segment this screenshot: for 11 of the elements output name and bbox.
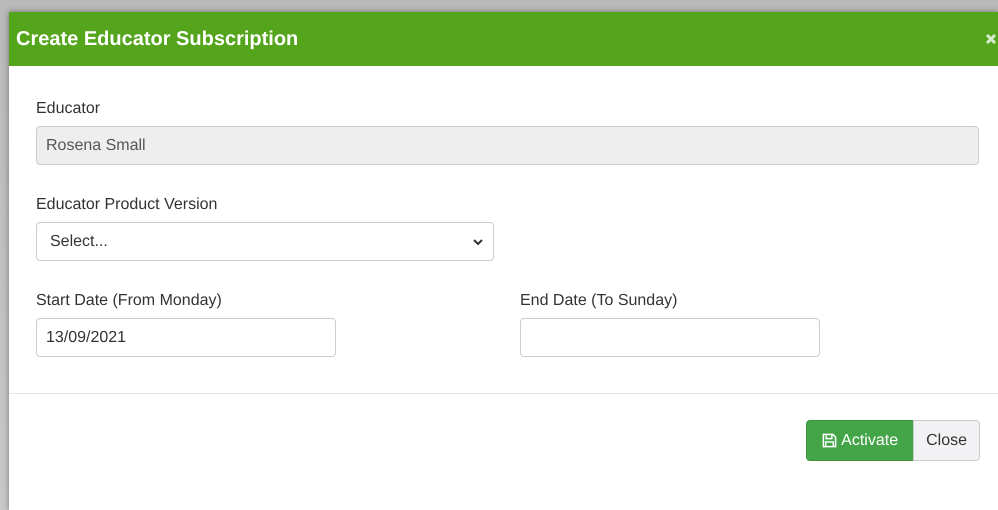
field-label: Start Date (From Monday) [36,292,222,310]
select-dropdown[interactable]: Select... [36,222,494,261]
input-field[interactable]: 13/09/2021 [36,318,336,357]
close-icon[interactable] [985,33,997,45]
field-label: Educator Product Version [36,196,218,214]
floppy-disk-icon [822,433,838,448]
field-label: Educator [36,100,100,118]
field-label: End Date (To Sunday) [520,292,678,310]
close-button[interactable]: Close [913,420,980,461]
dialog-title: Create Educator Subscription [16,28,298,50]
input-field[interactable] [520,318,820,357]
